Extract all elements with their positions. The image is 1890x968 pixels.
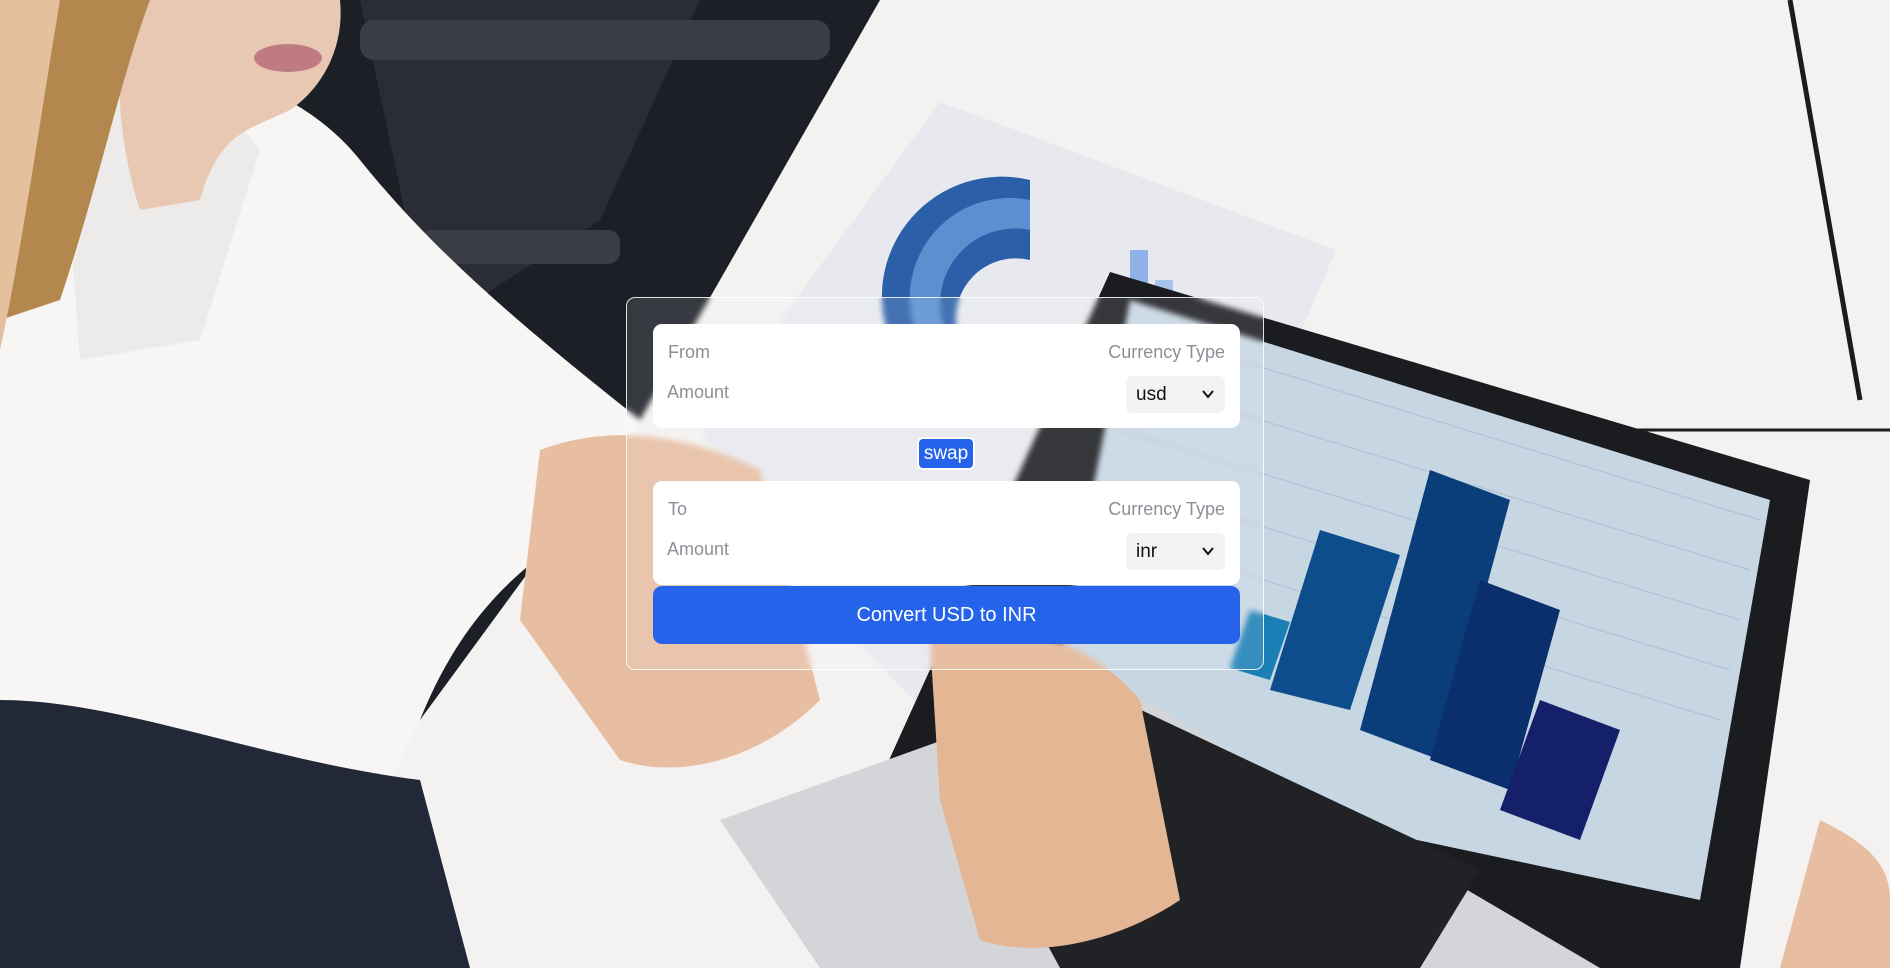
from-label: From: [668, 342, 710, 362]
from-currency-value: usd: [1136, 384, 1167, 405]
currency-converter-card: From Currency Type usd swap To Currency …: [626, 297, 1264, 670]
chevron-down-icon: [1202, 547, 1214, 556]
to-currency-select[interactable]: inr: [1126, 533, 1225, 570]
to-currency-value: inr: [1136, 541, 1158, 562]
from-currency-select[interactable]: usd: [1126, 376, 1225, 413]
to-label: To: [668, 499, 688, 519]
convert-button[interactable]: Convert USD to INR: [653, 586, 1240, 644]
to-currency-type-label: Currency Type: [1108, 499, 1225, 519]
swap-button[interactable]: swap: [917, 437, 975, 470]
from-amount-input[interactable]: [667, 376, 1047, 408]
chevron-down-icon: [1202, 390, 1214, 399]
from-currency-type-label: Currency Type: [1108, 342, 1225, 362]
from-box: From Currency Type usd: [653, 324, 1240, 428]
to-amount-input[interactable]: [667, 533, 1047, 565]
to-box: To Currency Type inr: [653, 481, 1240, 585]
